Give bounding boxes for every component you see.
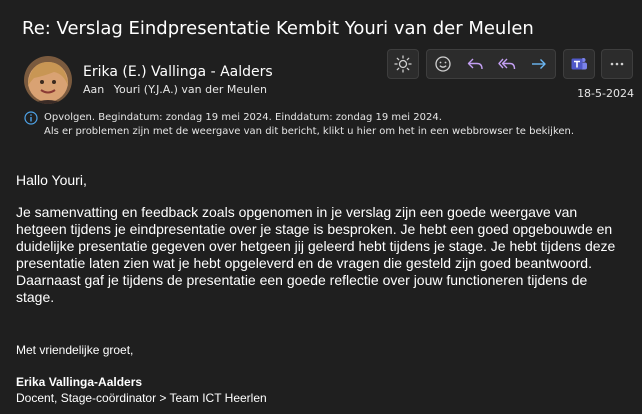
message-date: 18-5-2024 [577,87,634,100]
body-greeting: Hallo Youri, [16,172,87,188]
reply-all-icon[interactable] [491,50,523,78]
emoji-icon[interactable] [427,50,459,78]
teams-icon[interactable] [563,49,595,79]
body-paragraph: Je samenvatting en feedback zoals opgeno… [16,204,616,305]
info-icon [24,111,38,130]
more-icon[interactable] [601,49,633,79]
signature-role: Docent, Stage-coördinator > Team ICT Hee… [16,391,267,405]
forward-icon[interactable] [523,50,555,78]
reply-icon[interactable] [459,50,491,78]
signature-name: Erika Vallinga-Aalders [16,375,143,389]
sender-name[interactable]: Erika (E.) Vallinga - Aalders [83,64,273,80]
info-followup-text: Opvolgen. Begindatum: zondag 19 mei 2024… [44,112,442,123]
to-label: Aan [83,83,105,96]
message-subject: Re: Verslag Eindpresentatie Kembit Youri… [22,18,534,39]
info-banner[interactable]: Opvolgen. Begindatum: zondag 19 mei 2024… [24,111,574,139]
action-button-group [426,49,556,79]
body-closing: Met vriendelijke groet, [16,343,134,357]
sun-icon[interactable] [387,49,419,79]
recipient-name[interactable]: Youri (Y.J.A.) van der Meulen [114,83,267,96]
recipient-line: Aan Youri (Y.J.A.) van der Meulen [83,83,267,96]
avatar[interactable] [24,56,72,104]
info-browser-link[interactable]: Als er problemen zijn met de weergave va… [44,125,574,139]
